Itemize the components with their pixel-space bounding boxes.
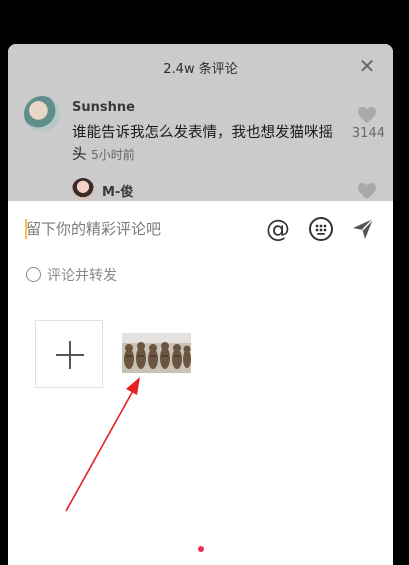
screen: 2.4w 条评论 ✕ Sunshne 谁能告诉我怎么发表情，我也想发猫咪摇头 5… (0, 0, 409, 565)
annotation-arrow (65, 377, 140, 512)
